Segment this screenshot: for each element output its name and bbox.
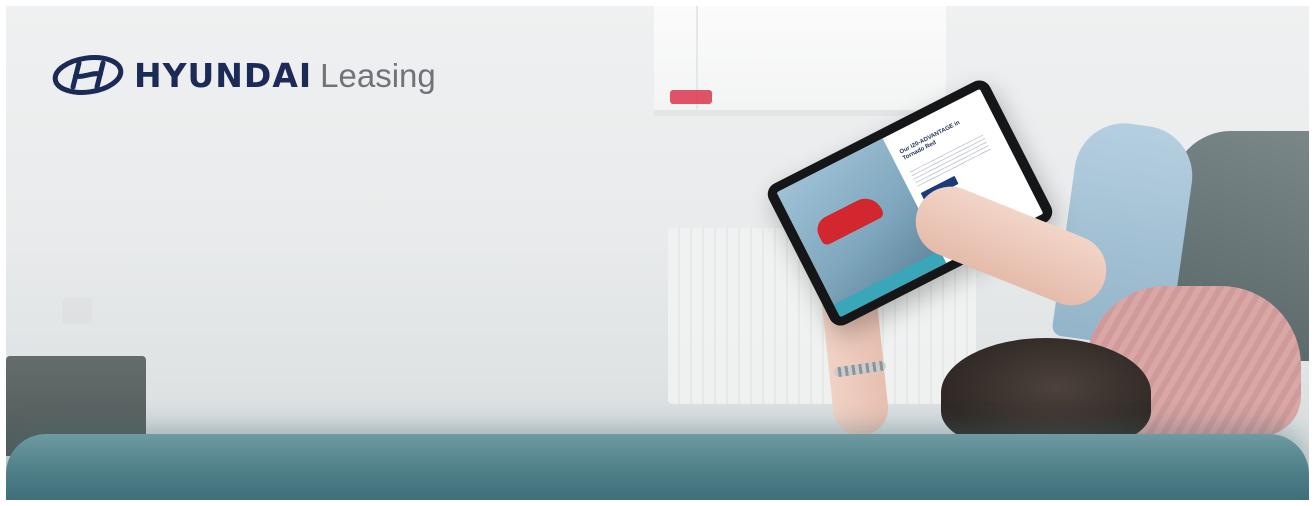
sofa — [6, 434, 1309, 500]
brand-logo[interactable]: HYUNDAI Leasing — [52, 55, 436, 95]
brand-name: HYUNDAI — [134, 55, 313, 95]
hyundai-emblem-icon — [52, 55, 124, 95]
windowsill-object — [670, 90, 712, 104]
tablet-screen: Our i20-ADVANTAGE in Tornado Red — [776, 88, 1044, 318]
brand-subtitle: Leasing — [320, 56, 436, 94]
person-hair — [941, 338, 1151, 448]
wall-socket — [62, 298, 92, 324]
